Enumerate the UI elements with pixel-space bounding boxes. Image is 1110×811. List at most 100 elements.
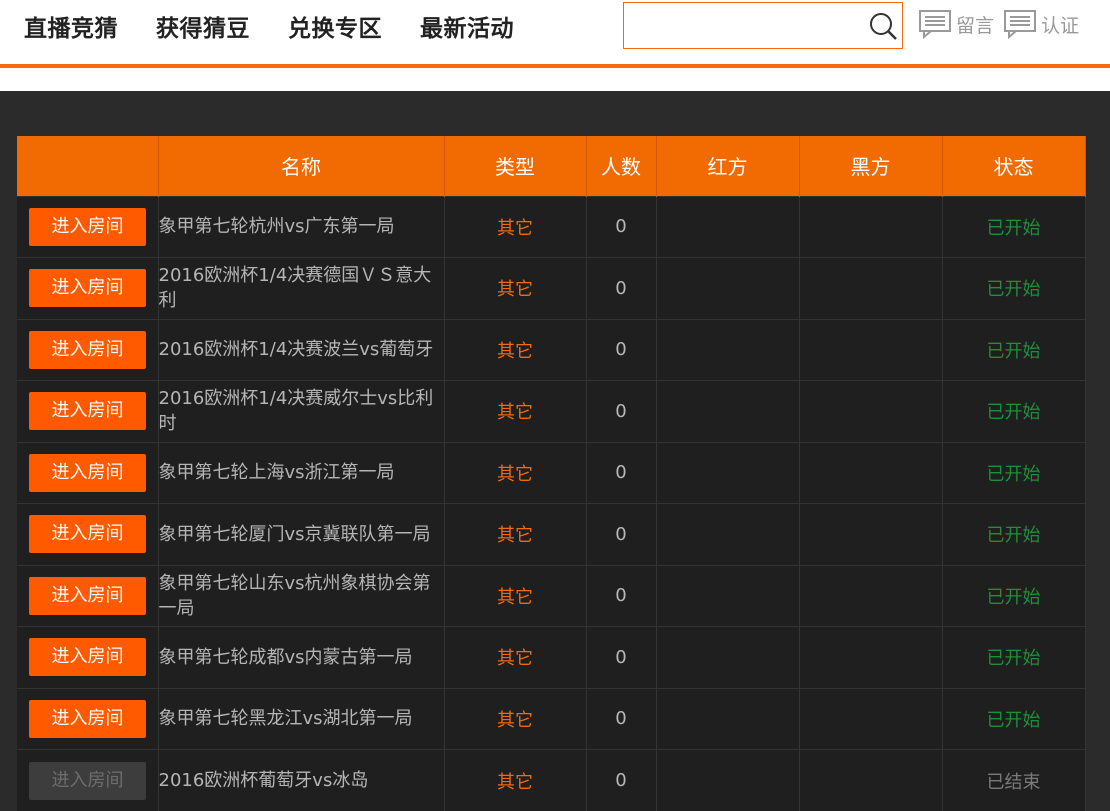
participant-count: 0 (586, 565, 656, 627)
black-side (799, 688, 942, 750)
participant-count: 0 (586, 196, 656, 258)
match-type: 其它 (444, 688, 586, 750)
match-type: 其它 (444, 442, 586, 504)
match-status: 已开始 (942, 381, 1085, 443)
match-status: 已开始 (942, 504, 1085, 566)
black-side (799, 504, 942, 566)
table-row: 进入房间 2016欧洲杯葡萄牙vs冰岛其它0 已结束 (17, 750, 1085, 811)
participant-count: 0 (586, 627, 656, 689)
action-cell: 进入房间 (17, 319, 158, 381)
message-link[interactable]: 留言 (918, 9, 994, 39)
match-name: 2016欧洲杯葡萄牙vs冰岛 (158, 750, 444, 811)
table-row: 进入房间象甲第七轮上海vs浙江第一局其它0 已开始 (17, 442, 1085, 504)
black-side (799, 319, 942, 381)
match-table: 名称 类型 人数 红方 黑方 状态 进入房间象甲第七轮杭州vs广东第一局其它0已… (17, 136, 1086, 811)
match-status: 已开始 (942, 688, 1085, 750)
red-side (656, 381, 799, 443)
match-status: 已开始 (942, 442, 1085, 504)
red-side (656, 688, 799, 750)
red-side (656, 627, 799, 689)
enter-room-button[interactable]: 进入房间 (29, 762, 146, 800)
table-row: 进入房间象甲第七轮黑龙江vs湖北第一局其它0 已开始 (17, 688, 1085, 750)
certify-link[interactable]: 认证 (1003, 9, 1079, 39)
table-row: 进入房间2016欧洲杯1/4决赛德国ＶＳ意大利其它0已开始 (17, 258, 1085, 320)
search-icon[interactable] (868, 11, 898, 41)
match-type: 其它 (444, 196, 586, 258)
match-status: 已开始 (942, 627, 1085, 689)
col-header-black: 黑方 (799, 136, 942, 196)
black-side (799, 196, 942, 258)
certify-icon (1003, 9, 1037, 39)
match-type: 其它 (444, 381, 586, 443)
participant-count: 0 (586, 381, 656, 443)
enter-room-button[interactable]: 进入房间 (29, 454, 146, 492)
match-type: 其它 (444, 258, 586, 320)
match-type: 其它 (444, 565, 586, 627)
table-header-row: 名称 类型 人数 红方 黑方 状态 (17, 136, 1085, 196)
message-label: 留言 (956, 11, 994, 38)
match-type: 其它 (444, 319, 586, 381)
enter-room-button[interactable]: 进入房间 (29, 269, 146, 307)
search-box (623, 2, 903, 49)
table-row: 进入房间象甲第七轮成都vs内蒙古第一局其它0 已开始 (17, 627, 1085, 689)
enter-room-button[interactable]: 进入房间 (29, 392, 146, 430)
black-side (799, 381, 942, 443)
match-name: 象甲第七轮成都vs内蒙古第一局 (158, 627, 444, 689)
participant-count: 0 (586, 750, 656, 811)
black-side (799, 258, 942, 320)
match-name: 象甲第七轮上海vs浙江第一局 (158, 442, 444, 504)
match-status: 已开始 (942, 319, 1085, 381)
match-status: 已结束 (942, 750, 1085, 811)
match-type: 其它 (444, 627, 586, 689)
col-header-name: 名称 (158, 136, 444, 196)
red-side (656, 319, 799, 381)
col-header-type: 类型 (444, 136, 586, 196)
col-header-status: 状态 (942, 136, 1085, 196)
table-row: 进入房间象甲第七轮山东vs杭州象棋协会第一局其它0 已开始 (17, 565, 1085, 627)
black-side (799, 442, 942, 504)
enter-room-button[interactable]: 进入房间 (29, 515, 146, 553)
match-name: 2016欧洲杯1/4决赛威尔士vs比利时 (158, 381, 444, 443)
match-type: 其它 (444, 750, 586, 811)
black-side (799, 750, 942, 811)
match-type: 其它 (444, 504, 586, 566)
match-name: 2016欧洲杯1/4决赛德国ＶＳ意大利 (158, 258, 444, 320)
match-name: 象甲第七轮厦门vs京冀联队第一局 (158, 504, 444, 566)
search-input[interactable] (624, 3, 860, 48)
nav-activities[interactable]: 最新活动 (420, 14, 514, 44)
match-status: 已开始 (942, 565, 1085, 627)
black-side (799, 627, 942, 689)
nav-exchange[interactable]: 兑换专区 (288, 14, 382, 44)
enter-room-button[interactable]: 进入房间 (29, 331, 146, 369)
participant-count: 0 (586, 319, 656, 381)
red-side (656, 565, 799, 627)
match-name: 象甲第七轮黑龙江vs湖北第一局 (158, 688, 444, 750)
participant-count: 0 (586, 258, 656, 320)
match-name: 2016欧洲杯1/4决赛波兰vs葡萄牙 (158, 319, 444, 381)
action-cell: 进入房间 (17, 196, 158, 258)
action-cell: 进入房间 (17, 504, 158, 566)
nav-get-beans[interactable]: 获得猜豆 (156, 14, 250, 44)
enter-room-button[interactable]: 进入房间 (29, 700, 146, 738)
enter-room-button[interactable]: 进入房间 (29, 638, 146, 676)
col-header-red: 红方 (656, 136, 799, 196)
message-icon (918, 9, 952, 39)
match-status: 已开始 (942, 196, 1085, 258)
enter-room-button[interactable]: 进入房间 (29, 577, 146, 615)
red-side (656, 504, 799, 566)
enter-room-button[interactable]: 进入房间 (29, 208, 146, 246)
action-cell: 进入房间 (17, 442, 158, 504)
red-side (656, 750, 799, 811)
match-name: 象甲第七轮山东vs杭州象棋协会第一局 (158, 565, 444, 627)
table-row: 进入房间象甲第七轮厦门vs京冀联队第一局其它0已开始 (17, 504, 1085, 566)
action-cell: 进入房间 (17, 627, 158, 689)
certify-label: 认证 (1041, 11, 1079, 38)
action-cell: 进入房间 (17, 565, 158, 627)
action-cell: 进入房间 (17, 688, 158, 750)
participant-count: 0 (586, 688, 656, 750)
nav-live-guess[interactable]: 直播竞猜 (24, 14, 118, 44)
top-header: 直播竞猜 获得猜豆 兑换专区 最新活动 留言 认证 (0, 0, 1110, 66)
red-side (656, 442, 799, 504)
col-header-count: 人数 (586, 136, 656, 196)
participant-count: 0 (586, 442, 656, 504)
